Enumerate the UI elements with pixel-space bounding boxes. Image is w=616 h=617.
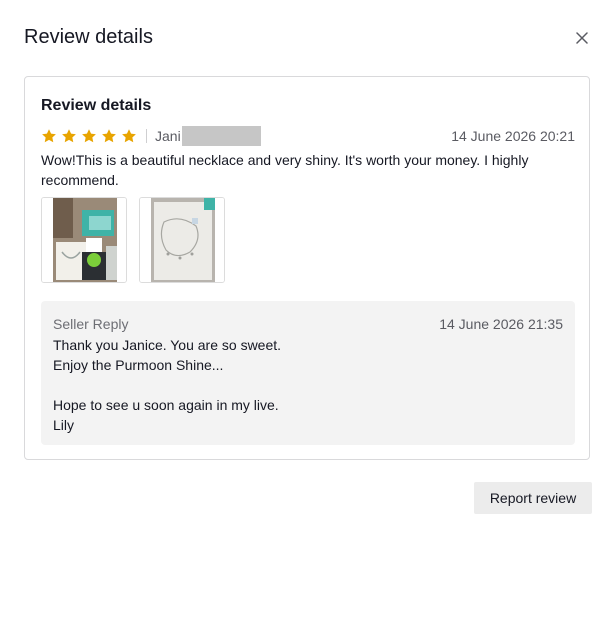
review-photo-1[interactable] <box>41 197 127 283</box>
redacted-name-block <box>181 126 261 146</box>
card-title: Review details <box>41 97 152 114</box>
reply-line: Thank you Janice. You are so sweet. <box>53 337 282 353</box>
star-icon <box>101 128 117 144</box>
star-icon <box>41 128 57 144</box>
rating-row: Jani 14 June 2026 20:21 <box>41 126 575 146</box>
report-review-button[interactable]: Report review <box>474 482 592 514</box>
seller-reply-label: Seller Reply <box>53 316 129 332</box>
reply-line: Enjoy the Purmoon Shine... <box>53 357 224 373</box>
star-rating <box>41 128 137 144</box>
star-icon <box>121 128 137 144</box>
reply-line: Hope to see u soon again in my live. <box>53 397 279 413</box>
review-photos <box>41 197 225 283</box>
reply-line: Lily <box>53 417 75 433</box>
modal-title: Review details <box>24 26 153 48</box>
divider <box>146 129 147 143</box>
review-date: 14 June 2026 20:21 <box>451 128 575 144</box>
reviewer-name: Jani <box>155 128 181 144</box>
review-card: Review details Jani 14 June 2026 20:21 W… <box>24 76 590 460</box>
reply-line <box>53 375 281 395</box>
seller-reply-date: 14 June 2026 21:35 <box>439 316 563 332</box>
photo-necklace-tray-icon <box>140 198 224 282</box>
star-icon <box>81 128 97 144</box>
star-icon <box>61 128 77 144</box>
seller-reply: Seller Reply 14 June 2026 21:35 Thank yo… <box>41 301 575 445</box>
review-text: Wow!This is a beautiful necklace and ver… <box>41 152 529 188</box>
review-photo-2[interactable] <box>139 197 225 283</box>
close-icon <box>576 32 588 44</box>
photo-necklace-box-icon <box>42 198 126 282</box>
seller-reply-text: Thank you Janice. You are so sweet. Enjo… <box>53 335 281 435</box>
close-button[interactable] <box>572 28 592 48</box>
